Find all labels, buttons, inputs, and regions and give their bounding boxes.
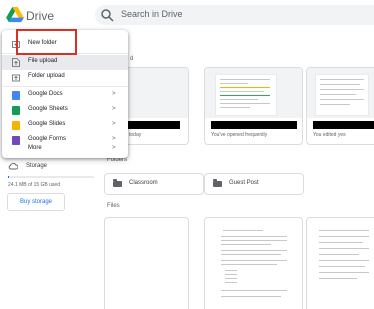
doc-preview [215,74,277,116]
menu-item-label: Google Forms [28,136,67,142]
menu-item-label: Google Docs [28,91,63,97]
folder-name: Guest Post [229,180,259,186]
menu-item-google-slides[interactable]: Google Slides > [2,118,128,133]
folder-name: Classroom [129,180,158,186]
folder-icon [213,179,222,187]
highlight-annotation-box [16,29,77,55]
suggested-card[interactable]: You edited yes [306,67,374,145]
chevron-right-icon: > [112,145,116,151]
card-thumbnail [307,68,374,118]
storage-usage-bar [8,176,94,178]
chevron-right-icon: > [112,91,116,97]
redaction-bar [313,121,374,129]
search-icon[interactable] [100,8,114,22]
card-caption: You've opened frequently [211,132,268,138]
card-caption: today [129,132,142,138]
file-card[interactable] [204,217,303,309]
folder-item[interactable]: Classroom [104,173,204,195]
file-upload-icon [12,58,20,67]
storage-label: Storage [26,163,48,169]
menu-item-label: Google Sheets [28,106,68,112]
menu-divider [2,86,128,87]
cloud-icon [8,163,18,170]
top-bar: Drive Search in Drive [0,0,374,30]
menu-item-more[interactable]: More > [2,143,128,157]
docs-icon [12,91,20,100]
file-card[interactable] [104,217,189,309]
menu-item-file-upload[interactable]: File upload [2,55,128,70]
search-bar[interactable]: Search in Drive [95,5,374,25]
menu-item-label: More [28,145,42,151]
brand-name[interactable]: Drive [26,9,54,23]
buy-storage-button[interactable]: Buy storage [7,193,65,211]
doc-preview [315,74,369,116]
menu-item-label: File upload [28,58,58,64]
chevron-right-icon: > [112,136,116,142]
menu-item-label: Folder upload [28,73,65,79]
chevron-right-icon: > [112,121,116,127]
slides-icon [12,121,20,130]
folder-icon [113,179,122,187]
card-thumbnail [205,68,302,118]
folder-upload-icon [12,74,20,82]
menu-item-google-docs[interactable]: Google Docs > [2,88,128,103]
sheets-icon [12,106,20,115]
search-input[interactable]: Search in Drive [121,9,183,19]
drive-logo-icon[interactable] [6,7,24,23]
file-card[interactable] [306,217,374,309]
files-section-label: Files [107,203,120,209]
card-caption: You edited yes [313,132,346,138]
menu-item-google-sheets[interactable]: Google Sheets > [2,103,128,118]
menu-item-label: Google Slides [28,121,66,127]
suggested-section-label: d [130,56,134,62]
storage-usage-text: 24.1 MB of 15 GB used [8,182,60,188]
folder-item[interactable]: Guest Post [204,173,304,195]
menu-item-folder-upload[interactable]: Folder upload [2,70,128,85]
storage-usage-fill [8,176,9,178]
suggested-card[interactable]: You've opened frequently [204,67,303,145]
chevron-right-icon: > [112,106,116,112]
redaction-bar [211,121,297,129]
